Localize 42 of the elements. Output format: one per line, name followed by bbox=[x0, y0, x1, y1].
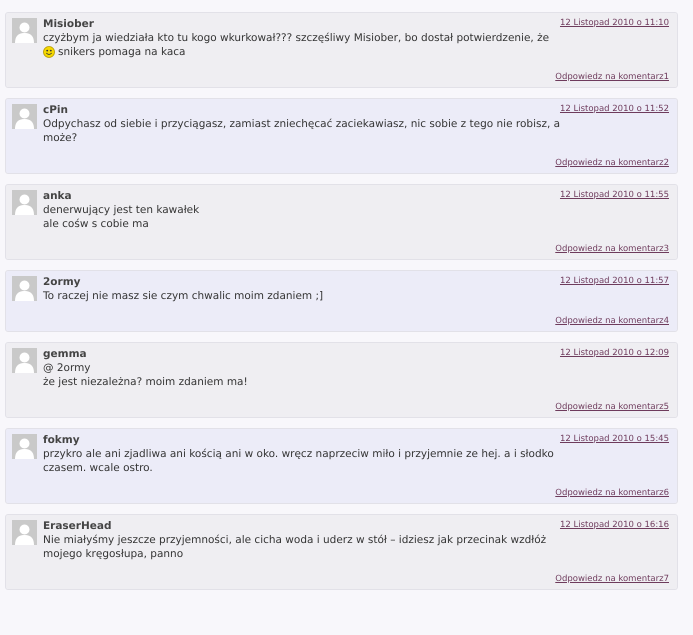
author-name: cPin bbox=[43, 104, 68, 117]
avatar-icon bbox=[12, 276, 37, 301]
reply-link[interactable]: Odpowiedz na komentarz6 bbox=[555, 488, 669, 498]
reply-link[interactable]: Odpowiedz na komentarz7 bbox=[555, 574, 669, 584]
reply-link[interactable]: Odpowiedz na komentarz4 bbox=[555, 316, 669, 326]
comment-text: przykro ale ani zjadliwa ani kością ani w oko. wręcz naprzeciw miło i przyjemnie ze hej. a i słodko bbox=[43, 447, 554, 461]
reply-link[interactable]: Odpowiedz na komentarz1 bbox=[555, 72, 669, 82]
comment-text: To raczej nie masz sie czym chwalic moim zdaniem ;] bbox=[43, 289, 324, 303]
comment-text: denerwujący jest ten kawałek bbox=[43, 203, 200, 217]
author-name: fokmy bbox=[43, 434, 80, 447]
avatar-icon bbox=[12, 190, 37, 215]
comment-text: czasem. wcale ostro. bbox=[43, 461, 153, 475]
date-link[interactable]: 12 Listopad 2010 o 11:57 bbox=[560, 276, 669, 286]
avatar-icon bbox=[12, 18, 37, 43]
comment-text: snikers pomaga na kaca bbox=[58, 45, 186, 59]
author-name: EraserHead bbox=[43, 520, 112, 533]
avatar-icon bbox=[12, 348, 37, 373]
comment-text: że jest niezależna? moim zdaniem ma! bbox=[43, 375, 248, 389]
date-link[interactable]: 12 Listopad 2010 o 16:16 bbox=[560, 520, 669, 530]
comment-text: Odpychasz od siebie i przyciągasz, zamiast zniechęcać zaciekawiasz, nic sobie z tego nie robisz, a bbox=[43, 117, 560, 131]
smiley-icon bbox=[43, 46, 55, 58]
author-name: 2ormy bbox=[43, 276, 80, 289]
comment-text: mojego kręgosłupa, panno bbox=[43, 547, 184, 561]
date-link[interactable]: 12 Listopad 2010 o 11:52 bbox=[560, 104, 669, 114]
author-name: Misiober bbox=[43, 18, 94, 31]
author-name: anka bbox=[43, 190, 72, 203]
comment-text: ale cośw s cobie ma bbox=[43, 217, 149, 231]
author-name: gemma bbox=[43, 348, 87, 361]
reply-link[interactable]: Odpowiedz na komentarz2 bbox=[555, 158, 669, 168]
date-link[interactable]: 12 Listopad 2010 o 12:09 bbox=[560, 348, 669, 358]
comment-text: może? bbox=[43, 131, 78, 145]
date-link[interactable]: 12 Listopad 2010 o 11:10 bbox=[560, 18, 669, 28]
avatar-icon bbox=[12, 520, 37, 545]
avatar-icon bbox=[12, 104, 37, 129]
comment-text: @ 2ormy bbox=[43, 361, 91, 375]
date-link[interactable]: 12 Listopad 2010 o 11:55 bbox=[560, 190, 669, 200]
comment-text: czyżbym ja wiedziała kto tu kogo wkurkował??? szczęśliwy Misiober, bo dostał potwierdzenie, że bbox=[43, 31, 550, 45]
avatar-icon bbox=[12, 434, 37, 459]
reply-link[interactable]: Odpowiedz na komentarz3 bbox=[555, 244, 669, 254]
comment-text: Nie miałyśmy jeszcze przyjemności, ale cicha woda i uderz w stół – idziesz jak przecinak wzdłóż bbox=[43, 533, 546, 547]
reply-link[interactable]: Odpowiedz na komentarz5 bbox=[555, 402, 669, 412]
date-link[interactable]: 12 Listopad 2010 o 15:45 bbox=[560, 434, 669, 444]
